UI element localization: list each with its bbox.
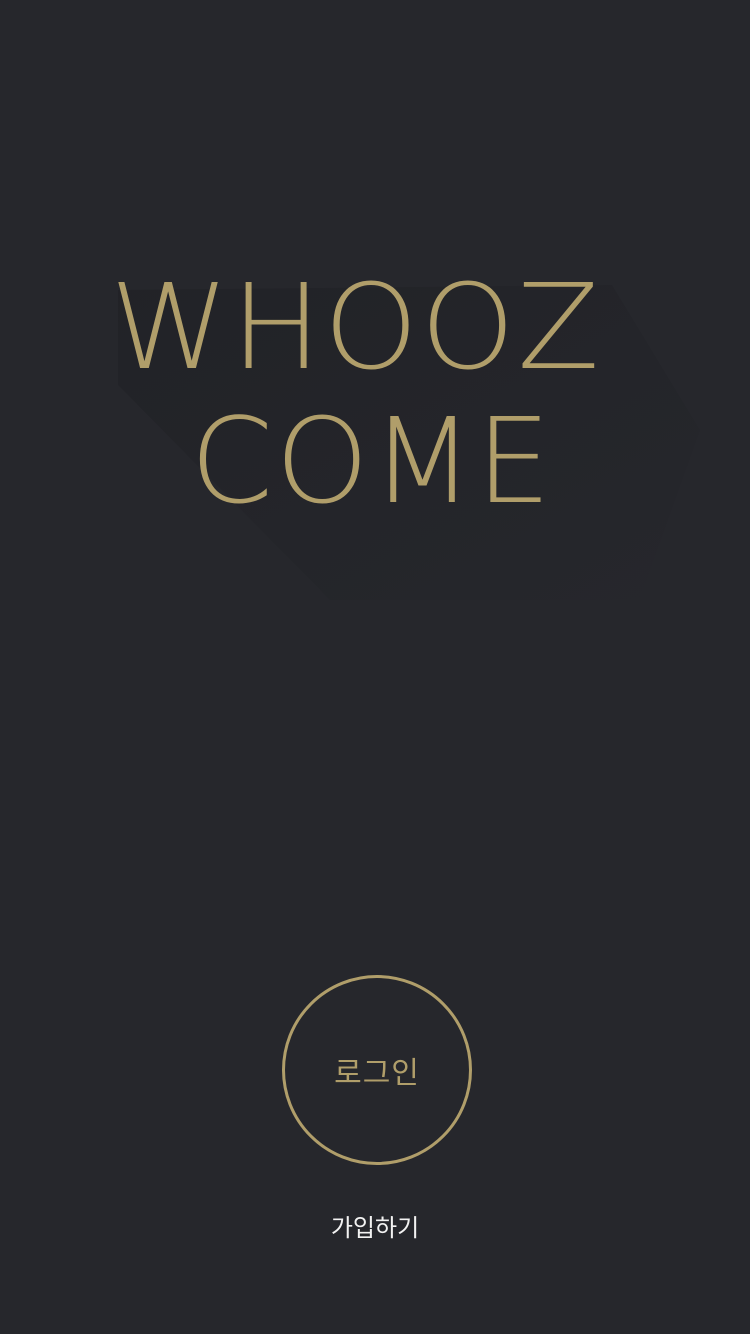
signup-link[interactable]: 가입하기 <box>0 1208 750 1243</box>
login-button[interactable]: 로그인 <box>282 975 472 1165</box>
login-button-label: 로그인 <box>334 1056 420 1091</box>
app-logo: WHOOZ COME <box>0 0 750 620</box>
logo-line-2: COME <box>190 392 554 530</box>
logo-line-1: WHOOZ <box>110 258 602 396</box>
